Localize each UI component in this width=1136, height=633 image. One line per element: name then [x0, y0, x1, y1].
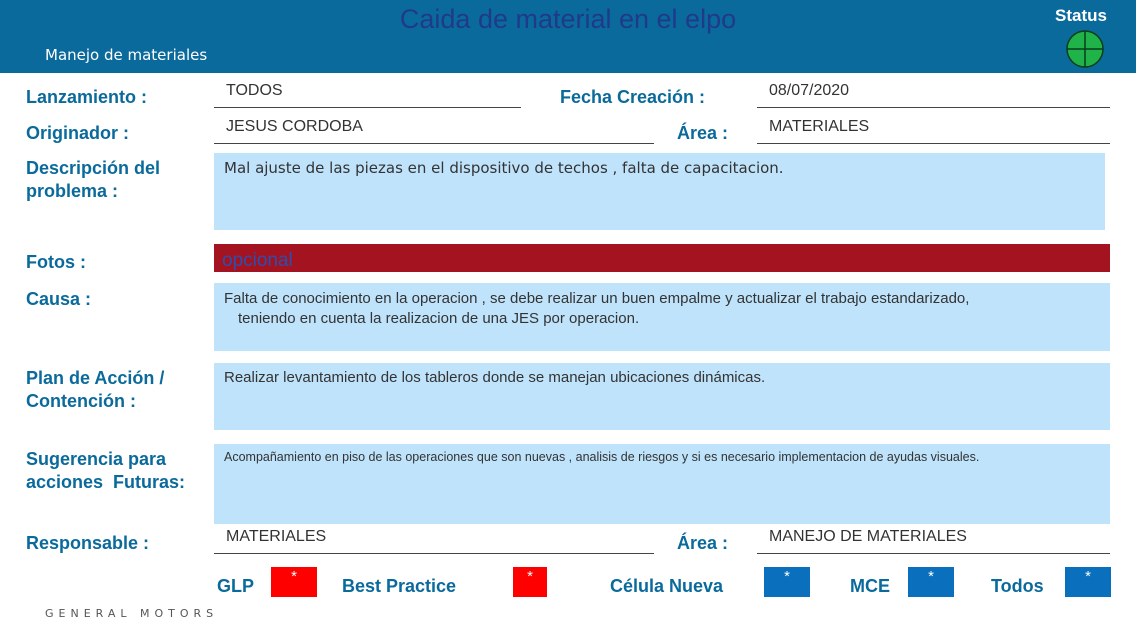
descripcion-label: Descripción del problema :: [26, 157, 160, 203]
best-practice-checkbox[interactable]: *: [513, 567, 547, 597]
sugerencia-value: Acompañamiento en piso de las operacione…: [224, 450, 980, 464]
status-crosshair-icon: [1066, 30, 1104, 68]
fotos-value: opcional: [222, 250, 293, 271]
todos-checkbox[interactable]: *: [1065, 567, 1111, 597]
fecha-creacion-field[interactable]: 08/07/2020: [757, 82, 1110, 108]
originador-field[interactable]: JESUS CORDOBA: [214, 118, 654, 144]
sugerencia-field[interactable]: Acompañamiento en piso de las operacione…: [214, 444, 1110, 524]
originador-label: Originador :: [26, 123, 129, 143]
plan-accion-label-line1: Plan de Acción /: [26, 368, 165, 388]
fotos-field[interactable]: opcional: [214, 244, 1110, 272]
glp-checkbox[interactable]: *: [271, 567, 317, 597]
plan-accion-label: Plan de Acción / Contención :: [26, 367, 164, 413]
sugerencia-label: Sugerencia para acciones Futuras:: [26, 448, 185, 494]
header-bar: Caida de material en el elpo Manejo de m…: [0, 0, 1136, 73]
status-label: Status: [1055, 6, 1107, 25]
descripcion-field[interactable]: Mal ajuste de las piezas en el dispositi…: [214, 153, 1105, 230]
celula-nueva-label: Célula Nueva: [610, 576, 724, 596]
responsable-field[interactable]: MATERIALES: [214, 528, 654, 554]
descripcion-label-line2: problema :: [26, 181, 119, 201]
descripcion-label-line1: Descripción del: [26, 158, 161, 178]
sugerencia-label-line2: acciones Futuras:: [26, 472, 186, 492]
causa-field[interactable]: Falta de conocimiento en la operacion , …: [214, 283, 1110, 351]
lanzamiento-field[interactable]: TODOS: [214, 82, 521, 108]
area-responsable-field[interactable]: MANEJO DE MATERIALES: [757, 528, 1110, 554]
plan-accion-value: Realizar levantamiento de los tableros d…: [224, 369, 766, 386]
responsable-label: Responsable :: [26, 533, 150, 553]
todos-label: Todos: [991, 576, 1044, 596]
causa-label: Causa :: [26, 289, 92, 309]
best-practice-label: Best Practice: [342, 576, 457, 596]
causa-value-line2: teniendo en cuenta la realizacion de una…: [238, 310, 640, 327]
plan-accion-field[interactable]: Realizar levantamiento de los tableros d…: [214, 363, 1110, 430]
general-motors-logo: GENERAL MOTORS: [45, 607, 219, 620]
mce-label: MCE: [850, 576, 890, 596]
page-title: Caida de material en el elpo: [399, 4, 737, 34]
descripcion-value: Mal ajuste de las piezas en el dispositi…: [224, 159, 784, 177]
fotos-label: Fotos :: [26, 252, 86, 272]
plan-accion-label-line2: Contención :: [26, 391, 136, 411]
area-label: Área :: [677, 123, 729, 143]
page-subtitle: Manejo de materiales: [45, 46, 208, 64]
glp-label: GLP: [217, 576, 255, 596]
sugerencia-label-line1: Sugerencia para: [26, 449, 167, 469]
area-responsable-label: Área :: [677, 533, 729, 553]
mce-checkbox[interactable]: *: [908, 567, 954, 597]
fecha-creacion-label: Fecha Creación :: [560, 87, 706, 107]
lanzamiento-label: Lanzamiento :: [26, 87, 148, 107]
area-field[interactable]: MATERIALES: [757, 118, 1110, 144]
causa-value-line1: Falta de conocimiento en la operacion , …: [224, 290, 970, 307]
celula-nueva-checkbox[interactable]: *: [764, 567, 810, 597]
